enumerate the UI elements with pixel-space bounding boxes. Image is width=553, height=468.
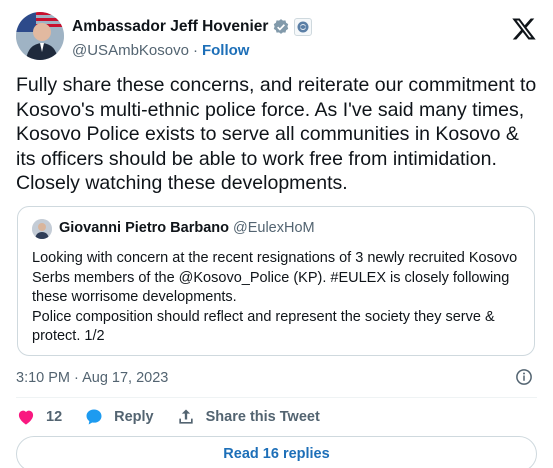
share-arrow-icon	[178, 409, 193, 424]
like-count: 12	[46, 409, 63, 425]
speech-bubble-icon	[86, 409, 102, 425]
quoted-handle[interactable]: @EulexHoM	[233, 220, 315, 236]
verified-badge-icon	[272, 18, 290, 36]
tweet-card: Ambassador Jeff Hovenier @USAmbKosovo · …	[0, 0, 553, 468]
quoted-tweet[interactable]: Giovanni Pietro Barbano @EulexHoM Lookin…	[17, 206, 535, 356]
quoted-author-avatar[interactable]	[32, 219, 52, 239]
quoted-paragraph-2: Police composition should reflect and re…	[32, 308, 495, 345]
follow-button[interactable]: Follow	[202, 42, 250, 59]
x-logo-icon[interactable]	[511, 16, 537, 42]
quoted-text: Looking with concern at the recent resig…	[32, 249, 522, 347]
timestamp[interactable]: 3:10 PM · Aug 17, 2023	[16, 370, 168, 386]
info-icon[interactable]	[515, 368, 533, 386]
affiliate-seal-icon	[294, 18, 313, 36]
tweet-meta: 3:10 PM · Aug 17, 2023	[16, 368, 537, 388]
author-names: Ambassador Jeff Hovenier @USAmbKosovo · …	[72, 16, 313, 61]
heart-icon	[18, 410, 34, 425]
quoted-paragraph-1: Looking with concern at the recent resig…	[32, 250, 518, 305]
read-replies-button[interactable]: Read 16 replies	[16, 436, 537, 468]
reply-button[interactable]: Reply	[84, 407, 154, 427]
share-button[interactable]: Share this Tweet	[176, 407, 320, 427]
tweet-header: Ambassador Jeff Hovenier @USAmbKosovo · …	[16, 12, 537, 62]
author-avatar[interactable]	[16, 12, 64, 60]
divider	[16, 397, 537, 398]
quoted-display-name[interactable]: Giovanni Pietro Barbano	[59, 220, 229, 236]
separator-dot: ·	[192, 41, 198, 59]
share-label: Share this Tweet	[205, 409, 320, 425]
like-button[interactable]: 12	[16, 407, 62, 427]
action-bar: 12 Reply Share this Tweet	[16, 404, 537, 430]
reply-label: Reply	[114, 409, 154, 425]
author-display-name[interactable]: Ambassador Jeff Hovenier	[72, 18, 268, 36]
author-handle[interactable]: @USAmbKosovo	[72, 42, 189, 59]
tweet-text: Fully share these concerns, and reiterat…	[16, 74, 537, 194]
quoted-header: Giovanni Pietro Barbano @EulexHoM	[59, 220, 315, 236]
